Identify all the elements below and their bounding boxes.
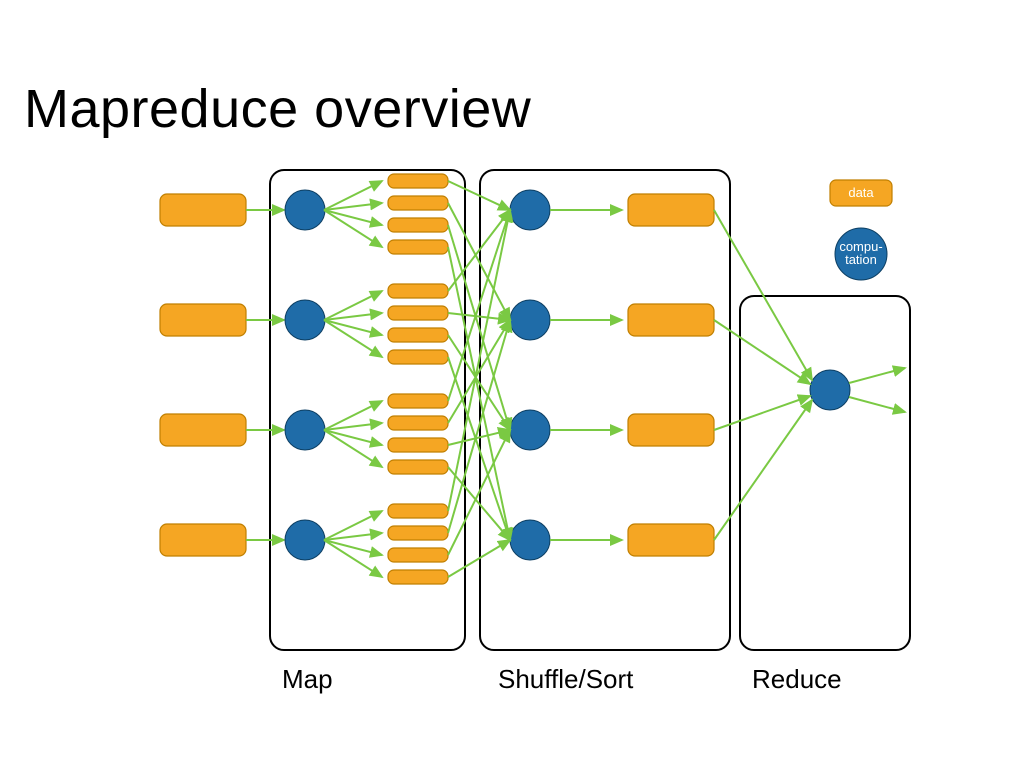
arrow <box>324 540 382 555</box>
input-data-block <box>160 194 246 226</box>
arrow <box>324 540 382 577</box>
input-data-block <box>160 524 246 556</box>
map-output <box>388 570 448 584</box>
map-output <box>388 196 448 210</box>
reduce-input-block <box>628 414 714 446</box>
map-stage-label: Map <box>282 664 333 694</box>
shuffle-node <box>510 190 550 230</box>
mapper-node <box>285 300 325 340</box>
map-output <box>388 526 448 540</box>
input-data-block <box>160 304 246 336</box>
shuffle-stage-box <box>480 170 730 650</box>
arrow <box>324 210 382 225</box>
shuffle-node <box>510 410 550 450</box>
reducer-node <box>810 370 850 410</box>
arrow <box>849 397 905 412</box>
arrow <box>324 430 382 445</box>
map-output <box>388 306 448 320</box>
mapper-node <box>285 410 325 450</box>
map-output <box>388 240 448 254</box>
reduce-input-block <box>628 524 714 556</box>
map-output <box>388 548 448 562</box>
legend-computation-label-line2: tation <box>845 252 877 267</box>
map-output <box>388 438 448 452</box>
shuffle-node <box>510 520 550 560</box>
map-output <box>388 284 448 298</box>
reduce-input-block <box>628 304 714 336</box>
map-output <box>388 416 448 430</box>
arrow <box>714 400 812 540</box>
input-data-block <box>160 414 246 446</box>
map-output <box>388 460 448 474</box>
map-output <box>388 218 448 232</box>
reduce-stage-box <box>740 296 910 650</box>
reduce-input-block <box>628 194 714 226</box>
map-output <box>388 350 448 364</box>
arrow <box>324 210 382 247</box>
mapreduce-diagram: data compu- tation Map Shuffle/Sort Redu… <box>0 0 1024 768</box>
legend-data-label: data <box>848 185 874 200</box>
mapper-node <box>285 520 325 560</box>
map-output <box>388 328 448 342</box>
arrow <box>849 368 905 383</box>
arrow <box>324 320 382 357</box>
map-output <box>388 394 448 408</box>
shuffle-stage-label: Shuffle/Sort <box>498 664 634 694</box>
reduce-stage-label: Reduce <box>752 664 842 694</box>
shuffle-node <box>510 300 550 340</box>
map-output <box>388 504 448 518</box>
map-output <box>388 174 448 188</box>
arrow <box>324 320 382 335</box>
mapper-node <box>285 190 325 230</box>
arrow <box>324 430 382 467</box>
